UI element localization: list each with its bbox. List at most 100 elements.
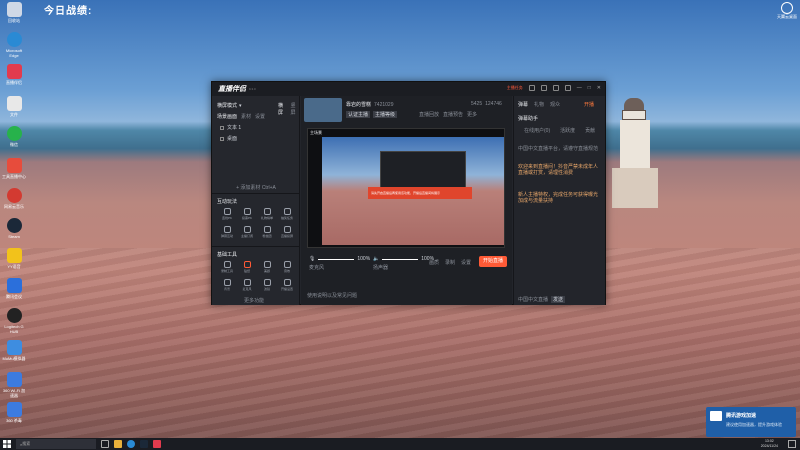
interact-item[interactable]: 弹幕互动 [218,226,236,238]
interact-item[interactable]: 抽奖任务 [278,208,296,220]
interact-grid: 连线PK 投票PK 礼物榜单 抽奖任务 弹幕互动 主播订阅 粉丝团 直播投屏 [218,208,296,238]
panel-title: 弹幕助手 [518,116,539,122]
mic-icon[interactable]: 🎙 [309,256,315,262]
edge-icon[interactable] [127,440,135,448]
tool-item[interactable]: 贴纸 [238,261,256,273]
tab-gift[interactable]: 礼物 [534,101,544,108]
more-features-button[interactable]: 更多功能 [244,297,264,304]
mode-tab-portrait[interactable]: 竖屏 [291,102,300,116]
interact-item[interactable]: 主播订阅 [238,226,256,238]
source-item[interactable]: 文本 1 [220,124,241,131]
tag-level: 主播等级 [373,111,398,118]
start-live-button[interactable]: 开始直播 [479,256,507,267]
title-bar: 直播伴侣 9.3.0 主播任务 — □ ✕ [212,82,605,96]
interact-item[interactable]: 投票PK [238,208,256,220]
likes-count: 124746 [485,101,502,107]
desktop-icon-file[interactable]: 文件 [2,96,26,117]
desktop-icon-music[interactable]: 网易云音乐 [2,188,26,209]
desktop-icon-cloud[interactable]: 天翼云桌面 [776,2,798,20]
checkbox-icon[interactable] [220,136,224,141]
avatar[interactable] [304,98,342,122]
stream-preview[interactable]: 主场景 请先开启直播后再使用该功能，开播后直播间将展示 [307,128,505,248]
menu-icon[interactable] [564,85,571,91]
tool-item[interactable]: 开播设置 [278,279,296,291]
desktop-icon-tool[interactable]: 工具直播中心 [2,158,26,179]
message-icon[interactable] [540,85,547,91]
interact-item[interactable]: 直播投屏 [278,226,296,238]
link-preview[interactable]: 直播预告 [443,111,463,118]
mic-slider[interactable] [318,258,355,260]
tool-item[interactable]: 背景 [218,279,236,291]
subtab-online[interactable]: 在线用户(0) [524,127,550,134]
maximize-icon[interactable]: □ [588,85,591,91]
speaker-label: 扬声器 [373,265,389,271]
source-item[interactable]: 桌面 [220,135,241,142]
scene-tab-settings[interactable]: 设置 [255,113,265,120]
tab-audience[interactable]: 观众 [550,101,560,108]
left-panel: 横屏模式 ▾ 横屏 竖屏 场景画面 素材 设置 文本 1 桌面 + 添加素材 C… [212,96,300,305]
tool-item[interactable]: 音效 [278,261,296,273]
desktop-icon-steam[interactable]: Steam [2,218,26,239]
desktop-icon-mumu[interactable]: MuMu模拟器 [2,340,26,361]
tab-danmu[interactable]: 弹幕 [518,101,528,108]
desktop-icon-recycle-bin[interactable]: 回收站 [2,2,26,23]
link-more[interactable]: 更多 [467,111,477,118]
send-button[interactable]: 发送 [551,296,566,303]
close-icon[interactable]: ✕ [597,85,601,91]
tool-item[interactable]: 滤镜 [258,279,276,291]
add-source-button[interactable]: + 添加素材 Ctrl+A [230,184,282,191]
desktop-icon-meeting[interactable]: 腾讯会议 [2,278,26,299]
explorer-icon[interactable] [114,440,122,448]
app-version: 9.3.0 [249,87,256,91]
tag-certified: 认证主播 [346,111,371,118]
record-button[interactable]: 录制 [445,259,455,266]
lighthouse-scenery [612,98,658,208]
task-button[interactable]: 主播任务 [507,85,523,91]
desktop-icon-wechat[interactable]: 微信 [2,126,26,147]
subtab-active[interactable]: 活跃度 [560,127,575,134]
tools-title: 基础工具 [217,252,238,258]
quality-button[interactable]: 画质 [429,259,439,266]
taskbar: ⌕ 搜索 13:02 2024/11/24 [0,438,800,450]
source-list: 文本 1 桌面 [220,124,241,142]
interact-item[interactable]: 连线PK [218,208,236,220]
tool-item[interactable]: 麦克风 [238,279,256,291]
start-button[interactable] [0,438,14,450]
interact-item[interactable]: 礼物榜单 [258,208,276,220]
tool-item[interactable]: 美颜 [258,261,276,273]
speaker-icon[interactable]: 🔈 [373,256,379,262]
minimize-icon[interactable]: — [577,85,582,91]
mode-label[interactable]: 横屏模式 [217,102,237,109]
user-icon[interactable] [528,85,535,91]
subtab-contrib[interactable]: 贡献 [585,127,595,134]
notification-center-icon[interactable] [788,440,796,448]
link-replay[interactable]: 直播回放 [419,111,439,118]
desktop-icon-360av[interactable]: 360 杀毒 [2,402,26,423]
mode-tab-landscape[interactable]: 横屏 [278,102,287,116]
clock[interactable]: 13:02 2024/11/24 [761,439,778,448]
preview-tab[interactable]: 主场景 [310,130,322,136]
settings-button[interactable]: 设置 [461,259,471,266]
live-app-icon[interactable] [153,440,161,448]
scene-tab-material[interactable]: 素材 [241,113,251,120]
desktop-icon-yy[interactable]: YY语音 [2,248,26,269]
tool-item[interactable]: 录制工具 [218,261,236,273]
help-link[interactable]: 使用说明以及常见问题 [307,292,357,299]
desktop-icon-360wifi[interactable]: 360 Wi-Fi 加速器 [2,372,26,398]
mic-volume: 100% [357,256,371,262]
settings-icon[interactable] [552,85,559,91]
speaker-slider[interactable] [382,258,419,260]
interact-item[interactable]: 粉丝团 [258,226,276,238]
tab-start[interactable]: 开播 [584,101,594,108]
steam-icon[interactable] [140,440,148,448]
desktop-icon-edge[interactable]: Microsoft Edge [2,32,26,58]
streamer-name: 靠岩的雪糕 [346,102,372,108]
taskbar-search[interactable]: ⌕ 搜索 [16,439,96,449]
desktop-icon-live[interactable]: 直播伴侣 [2,64,26,85]
notification-title: 腾讯游戏加速 [726,413,757,419]
desktop-icon-ghub[interactable]: Logitech G HUB [2,308,26,334]
checkbox-icon[interactable] [220,125,224,130]
notification-toast[interactable]: 腾讯游戏加速 建议使用加速器，提升游戏体验 [706,407,796,437]
task-view-icon[interactable] [101,440,109,448]
desktop-title: 今日战绩: [44,6,93,17]
